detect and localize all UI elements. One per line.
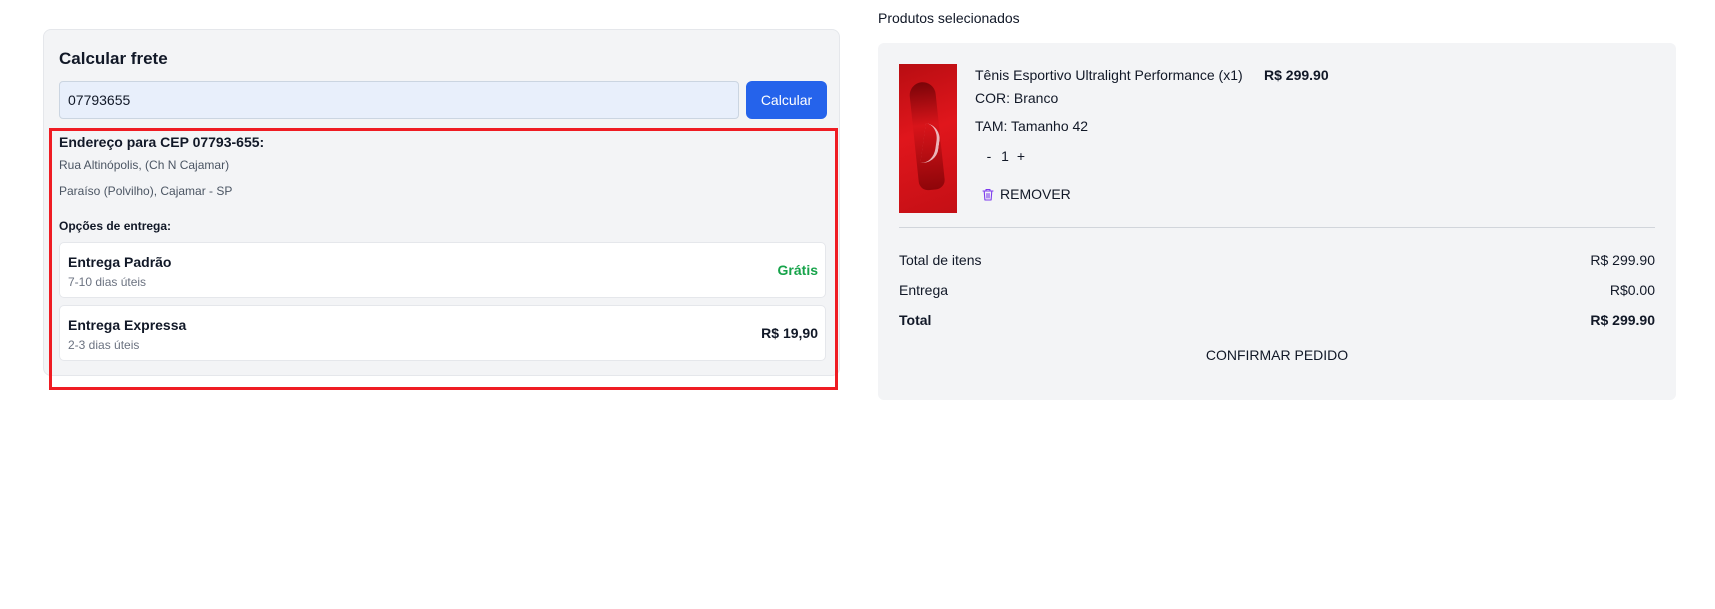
row-label: Total de itens xyxy=(899,252,982,268)
shipping-title: Calcular frete xyxy=(59,49,168,68)
product-price: R$ 299.90 xyxy=(1264,67,1329,83)
section-title: Produtos selecionados xyxy=(878,10,1020,26)
delivery-option-eta: 2-3 dias úteis xyxy=(68,338,140,352)
product-name: Tênis Esportivo Ultralight Performance (… xyxy=(975,67,1243,83)
remove-button[interactable]: REMOVER xyxy=(982,186,1071,202)
decrease-quantity-button[interactable]: - xyxy=(982,148,996,164)
address-street: Rua Altinópolis, (Ch N Cajamar) xyxy=(59,158,230,172)
delivery-option-express[interactable]: Entrega Expressa 2-3 dias úteis R$ 19,90 xyxy=(59,305,826,361)
calculate-button[interactable]: Calcular xyxy=(746,81,827,119)
product-color: COR: Branco xyxy=(975,90,1059,106)
quantity-value: 1 xyxy=(1001,148,1009,164)
row-label: Total xyxy=(899,312,932,328)
delivery-option-price: Grátis xyxy=(777,262,818,278)
row-value: R$ 299.90 xyxy=(1590,312,1655,328)
remove-label: REMOVER xyxy=(1000,186,1071,202)
items-total-row: Total de itens R$ 299.90 xyxy=(899,252,1655,268)
row-label: Entrega xyxy=(899,282,949,298)
trash-icon xyxy=(982,188,994,201)
delivery-option-name: Entrega Expressa xyxy=(68,317,187,333)
delivery-option-name: Entrega Padrão xyxy=(68,254,172,270)
delivery-option-price: R$ 19,90 xyxy=(761,325,818,341)
quantity-stepper: - 1 + xyxy=(982,148,1028,164)
delivery-option-standard[interactable]: Entrega Padrão 7-10 dias úteis Grátis xyxy=(59,242,826,298)
grand-total-row: Total R$ 299.90 xyxy=(899,312,1655,328)
confirm-order-button[interactable]: CONFIRMAR PEDIDO xyxy=(899,343,1655,367)
row-value: R$ 299.90 xyxy=(1590,252,1655,268)
delivery-option-eta: 7-10 dias úteis xyxy=(68,275,147,289)
delivery-options-title: Opções de entrega: xyxy=(59,219,172,233)
address-title: Endereço para CEP 07793-655: xyxy=(59,134,265,150)
address-block: Endereço para CEP 07793-655: Rua Altinóp… xyxy=(59,134,829,208)
row-value: R$0.00 xyxy=(1609,282,1655,298)
divider xyxy=(59,375,829,376)
address-city: Paraíso (Polvilho), Cajamar - SP xyxy=(59,184,233,198)
divider xyxy=(899,227,1655,228)
product-image xyxy=(899,64,957,213)
cep-input[interactable] xyxy=(59,81,739,119)
shipping-card: Calcular frete Calcular Endereço para CE… xyxy=(43,29,840,376)
shipping-cost-row: Entrega R$0.00 xyxy=(899,282,1655,298)
product-size: TAM: Tamanho 42 xyxy=(975,118,1089,134)
order-summary-card: Tênis Esportivo Ultralight Performance (… xyxy=(878,43,1676,400)
increase-quantity-button[interactable]: + xyxy=(1014,148,1028,164)
